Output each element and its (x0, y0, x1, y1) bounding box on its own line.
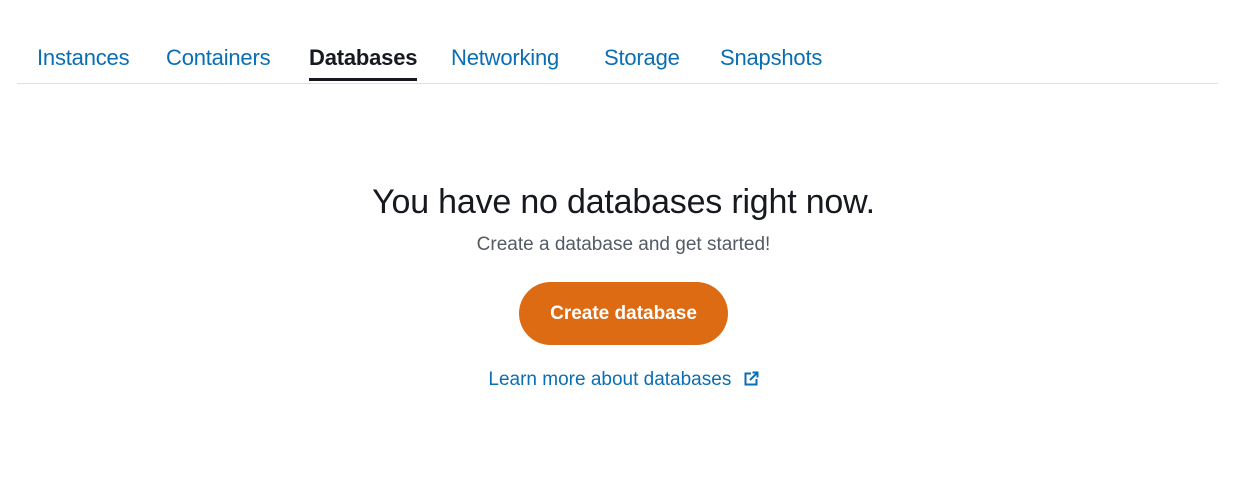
tab-networking[interactable]: Networking (451, 42, 559, 74)
learn-more-link[interactable]: Learn more about databases (488, 369, 759, 390)
learn-more-label: Learn more about databases (488, 369, 732, 390)
tab-instances[interactable]: Instances (37, 42, 130, 74)
tab-databases[interactable]: Databases (309, 42, 418, 81)
empty-state: You have no databases right now. Create … (0, 178, 1247, 395)
tab-containers[interactable]: Containers (166, 42, 271, 74)
learn-more-row: Learn more about databases (0, 367, 1247, 395)
tab-storage[interactable]: Storage (604, 42, 680, 74)
empty-state-subtext: Create a database and get started! (476, 234, 771, 255)
external-link-icon (743, 369, 759, 395)
tab-bar: Instances Containers Databases Networkin… (17, 0, 1218, 84)
tab-snapshots[interactable]: Snapshots (720, 42, 822, 74)
create-database-button[interactable]: Create database (519, 282, 728, 345)
empty-state-headline: You have no databases right now. (372, 183, 875, 221)
